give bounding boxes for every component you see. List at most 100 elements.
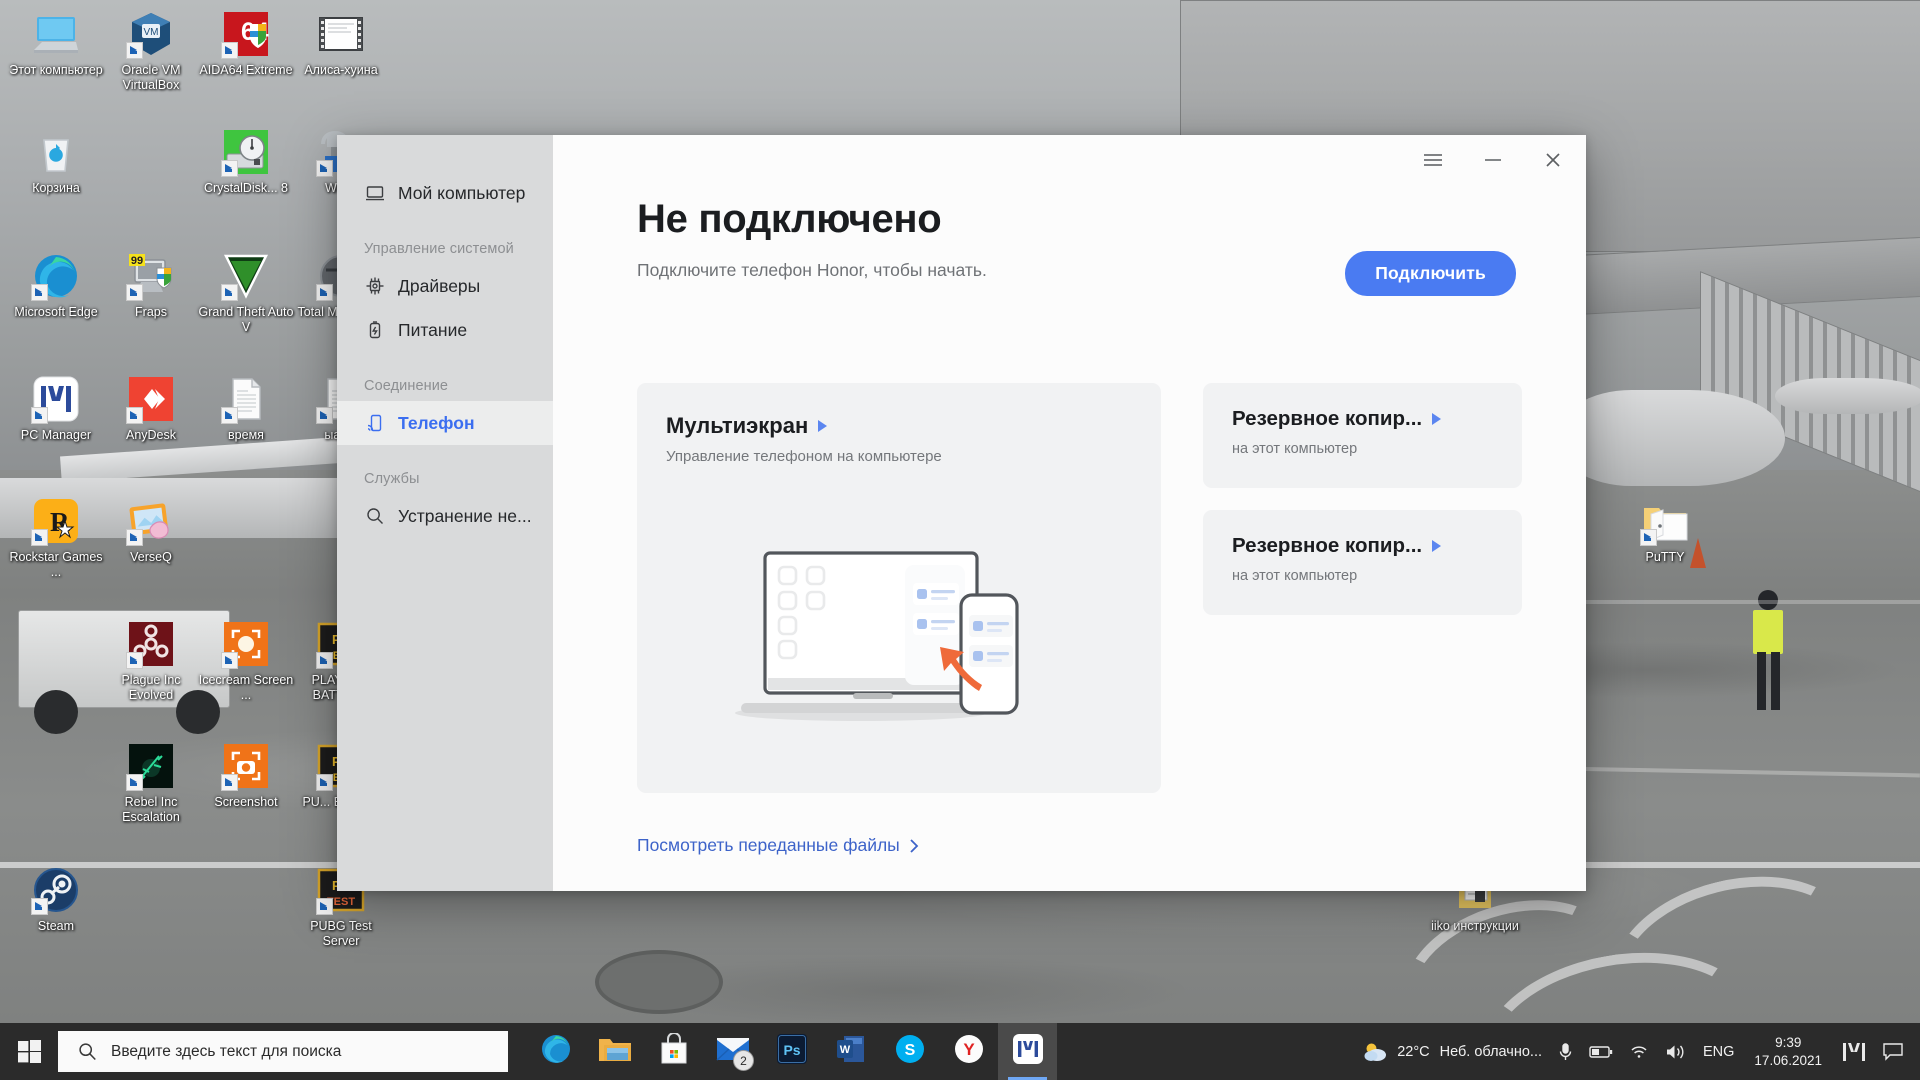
battery-icon[interactable] — [1581, 1023, 1621, 1080]
chevron-right-icon — [910, 838, 919, 853]
video-file-icon — [317, 10, 365, 58]
sidebar-item-устранение-не[interactable]: Устранение не... — [337, 494, 553, 538]
desktop-icon[interactable]: AnyDesk — [103, 375, 199, 443]
shortcut-overlay-icon — [126, 42, 143, 59]
taskbar-app-photoshop[interactable]: Ps — [762, 1023, 821, 1080]
screenshot-icon — [221, 742, 270, 791]
verseq-icon — [126, 497, 175, 546]
sidebar-item-драйверы[interactable]: Драйверы — [337, 264, 553, 308]
desktop-icon[interactable]: PC Manager — [8, 375, 104, 443]
sidebar-item-телефон[interactable]: Телефон — [337, 401, 553, 445]
search-icon — [79, 1043, 96, 1061]
desktop-icon[interactable]: Rebel Inc Escalation — [103, 742, 199, 825]
chevron-right-icon — [1432, 540, 1442, 552]
wallpaper-worker — [1748, 590, 1788, 710]
transferred-files-link[interactable]: Посмотреть переданные файлы — [637, 835, 920, 856]
backup-card-subtitle: на этот компьютер — [1232, 441, 1358, 457]
desktop-icon[interactable]: R Rockstar Games ... — [8, 497, 104, 580]
desktop-icon-label: Корзина — [32, 181, 80, 195]
desktop-icon[interactable]: Корзина — [8, 128, 104, 196]
taskbar-app-edge[interactable] — [526, 1023, 585, 1080]
shortcut-overlay-icon — [221, 774, 238, 791]
desktop-icon[interactable]: Алиса-хуина — [293, 10, 389, 78]
wallpaper-distant-aircraft — [1775, 378, 1920, 414]
taskbar-app-mail[interactable]: 2 — [703, 1023, 762, 1080]
desktop-icon-label: Plague Inc Evolved — [121, 673, 181, 702]
taskbar-app-yandex[interactable]: Y — [939, 1023, 998, 1080]
hamburger-menu-icon[interactable] — [1414, 143, 1452, 177]
multiscreen-card[interactable]: Мультиэкран Управление телефоном на комп… — [637, 383, 1161, 793]
wifi-icon[interactable] — [1621, 1023, 1657, 1080]
shortcut-overlay-icon — [316, 284, 333, 301]
desktop-icon[interactable]: Screenshot — [198, 742, 294, 810]
desktop-icon[interactable]: 99 Fraps — [103, 252, 199, 320]
shortcut-overlay-icon — [31, 529, 48, 546]
shortcut-overlay-icon — [316, 652, 333, 669]
volume-icon[interactable] — [1657, 1023, 1695, 1080]
desktop-icon-label: время — [228, 428, 264, 442]
virtualbox-icon: VM — [126, 10, 175, 59]
word-icon: W — [836, 1034, 866, 1069]
taskbar-app-store[interactable] — [644, 1023, 703, 1080]
desktop-icon[interactable]: время — [198, 375, 294, 443]
shortcut-overlay-icon — [126, 284, 143, 301]
desktop-icon[interactable]: Icecream Screen ... — [198, 620, 294, 703]
backup-card[interactable]: Резервное копир... на этот компьютер — [1203, 383, 1522, 488]
pcmanager-tray-icon[interactable] — [1834, 1023, 1874, 1080]
weather-condition: Неб. облачно... — [1439, 1043, 1542, 1060]
taskbar-app-pcmanager[interactable] — [998, 1023, 1057, 1080]
desktop-icon[interactable]: VM Oracle VM VirtualBox — [103, 10, 199, 93]
sidebar-group-title: Управление системой — [364, 241, 514, 257]
shortcut-overlay-icon — [31, 284, 48, 301]
search-input[interactable]: Введите здесь текст для поиска — [58, 1031, 508, 1072]
backup-card-title-text: Резервное копир... — [1232, 534, 1423, 557]
sidebar-item-label: Питание — [398, 319, 468, 340]
aida64-icon: 64 — [221, 10, 270, 59]
sidebar-item-label: Устранение не... — [398, 505, 532, 526]
folder-icon — [1640, 497, 1689, 546]
pcmanager-icon — [1012, 1034, 1043, 1069]
monitor-icon — [364, 183, 385, 204]
backup-cards-column: Резервное копир... на этот компьютер Резер… — [1203, 383, 1522, 793]
language-indicator[interactable]: ENG — [1695, 1023, 1742, 1080]
clock-and-date[interactable]: 9:39 17.06.2021 — [1742, 1023, 1834, 1080]
sidebar-item-питание[interactable]: Питание — [337, 308, 553, 352]
desktop-icon[interactable]: VerseQ — [103, 497, 199, 565]
battery-icon — [364, 320, 385, 341]
taskbar-app-icons: 2 Ps W S Y — [526, 1023, 1057, 1080]
clock-time: 9:39 — [1775, 1034, 1802, 1050]
desktop-icon-label: Fraps — [135, 305, 167, 319]
taskbar-app-explorer[interactable] — [585, 1023, 644, 1080]
desktop-icon[interactable]: Этот компьютер — [8, 10, 104, 78]
desktop-icon[interactable]: Plague Inc Evolved — [103, 620, 199, 703]
desktop-icon-label: PUBG Test Server — [310, 919, 372, 948]
action-center-icon[interactable] — [1874, 1023, 1912, 1080]
start-button[interactable] — [0, 1023, 58, 1080]
photoshop-icon: Ps — [776, 1034, 807, 1069]
desktop-icon[interactable]: Steam — [8, 866, 104, 934]
shortcut-overlay-icon — [1640, 529, 1657, 546]
shortcut-overlay-icon — [31, 898, 48, 915]
recycle-bin-icon — [32, 128, 80, 176]
edge-icon — [540, 1033, 572, 1070]
close-icon[interactable] — [1534, 143, 1572, 177]
desktop-icon[interactable]: Grand Theft Auto V — [198, 252, 294, 335]
sidebar-item-my-computer[interactable]: Мой компьютер — [337, 171, 553, 215]
minimize-icon[interactable] — [1474, 143, 1512, 177]
desktop-icon[interactable]: Microsoft Edge — [8, 252, 104, 320]
desktop-icon[interactable]: PuTTY — [1617, 497, 1713, 565]
taskbar-app-word[interactable]: W — [821, 1023, 880, 1080]
backup-card[interactable]: Резервное копир... на этот компьютер — [1203, 510, 1522, 615]
weather-widget[interactable]: 22°C Неб. облачно... — [1355, 1023, 1550, 1080]
chevron-right-icon — [1432, 413, 1442, 425]
edge-icon — [31, 252, 80, 301]
svg-text:Ps: Ps — [783, 1042, 800, 1058]
connect-button[interactable]: Подключить — [1345, 251, 1516, 296]
multiscreen-card-title: Мультиэкран — [666, 413, 828, 439]
sidebar-group-title: Службы — [364, 471, 420, 487]
taskbar-app-skype[interactable]: S — [880, 1023, 939, 1080]
partly-cloudy-icon — [1364, 1043, 1387, 1061]
desktop-icon[interactable]: 64 AIDA64 Extreme — [198, 10, 294, 78]
microphone-icon[interactable] — [1550, 1023, 1581, 1080]
desktop-icon[interactable]: CrystalDisk... 8 — [198, 128, 294, 196]
